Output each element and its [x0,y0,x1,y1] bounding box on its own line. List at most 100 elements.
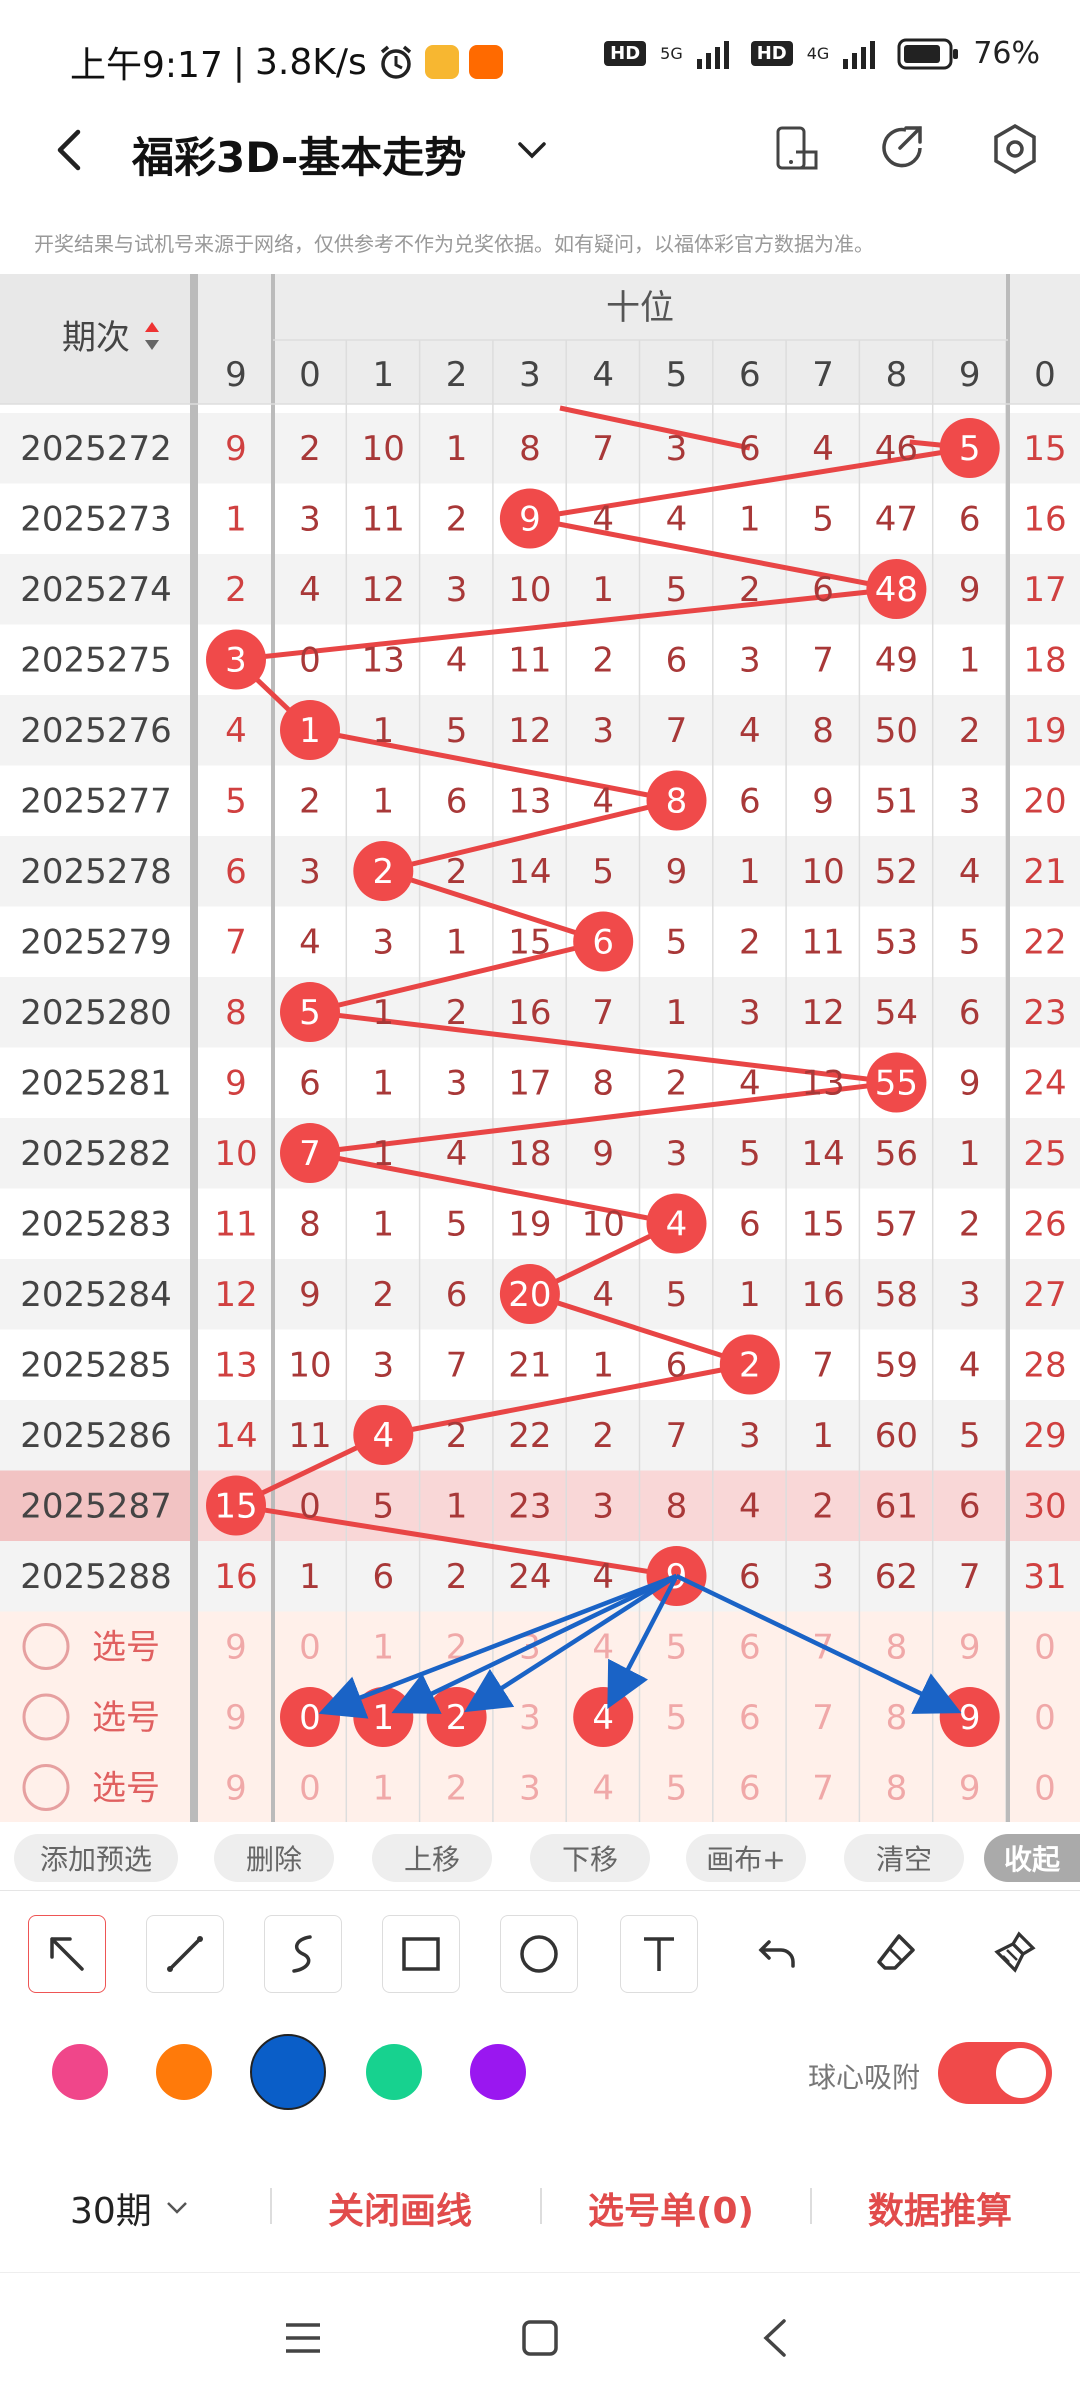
pick-cell[interactable]: 3 [519,1769,541,1809]
grid-cell: 6 [446,782,468,822]
back-arrow-icon[interactable] [40,120,100,180]
period-cell: 2025288 [20,1557,171,1597]
grid-cell: 4 [446,1134,468,1174]
text-tool-icon[interactable] [620,1915,698,1993]
pick-cell[interactable]: 9 [225,1769,247,1809]
grid-cell: 21 [1023,852,1066,892]
pick-cell[interactable]: 5 [666,1628,688,1668]
color-swatch[interactable] [470,2044,526,2100]
delete-button[interactable]: 删除 [214,1834,334,1882]
pick-cell[interactable]: 4 [592,1628,614,1668]
grid-cell: 1 [446,1487,468,1527]
grid-cell: 31 [1023,1557,1066,1597]
arrow-tool-icon[interactable] [28,1915,106,1993]
grid-cell: 5 [446,1205,468,1245]
pick-cell[interactable]: 6 [739,1628,761,1668]
line-tool-icon[interactable] [146,1915,224,1993]
rectangle-tool-icon[interactable] [382,1915,460,1993]
grid-cell: 10 [288,1346,331,1386]
column-header: 0 [299,355,321,395]
menu-icon[interactable] [278,2313,328,2363]
pick-cell[interactable]: 7 [812,1698,834,1738]
clear-all-brush-icon[interactable] [976,1915,1052,1991]
clear-button[interactable]: 清空 [844,1834,964,1882]
eraser-icon[interactable] [858,1915,934,1991]
curve-tool-icon[interactable] [264,1915,342,1993]
pick-cell[interactable]: 9 [959,1698,981,1738]
color-swatch[interactable] [156,2044,212,2100]
grid-cell: 5 [959,1416,981,1456]
share-icon[interactable] [876,122,930,176]
pick-cell[interactable]: 8 [886,1769,908,1809]
grid-cell: 9 [959,570,981,610]
grid-cell: 3 [812,1557,834,1597]
move-down-button[interactable]: 下移 [530,1834,650,1882]
pick-cell[interactable]: 7 [812,1769,834,1809]
pick-cell[interactable]: 1 [372,1628,394,1668]
pick-cell[interactable]: 0 [1034,1628,1056,1668]
pick-cell[interactable]: 0 [299,1769,321,1809]
pick-cell[interactable]: 6 [739,1698,761,1738]
period-selector[interactable]: 30期 [70,2182,192,2234]
grid-cell: 11 [508,641,551,681]
pick-cell[interactable]: 1 [372,1698,394,1738]
orientation-icon[interactable] [770,122,824,176]
back-icon[interactable] [752,2313,802,2363]
pick-cell[interactable]: 0 [299,1628,321,1668]
canvas-plus-button[interactable]: 画布+ [686,1834,806,1882]
pick-cell[interactable]: 6 [739,1769,761,1809]
period-cell: 2025284 [20,1275,171,1315]
close-lines-button[interactable]: 关闭画线 [328,2182,472,2234]
add-preselect-button[interactable]: 添加预选 [14,1834,178,1882]
pick-cell[interactable]: 9 [225,1698,247,1738]
alarm-icon [380,45,411,79]
pick-cell[interactable]: 0 [1034,1769,1056,1809]
pick-cell[interactable]: 8 [886,1698,908,1738]
period-header: 期次 [62,318,130,358]
pick-cell[interactable]: 0 [299,1698,321,1738]
undo-icon[interactable] [740,1915,816,1991]
grid-cell: 28 [1023,1346,1066,1386]
pick-cell[interactable]: 5 [666,1698,688,1738]
pick-cell[interactable]: 1 [372,1769,394,1809]
trend-grid-svg[interactable]: 期次十位9 0 1 2 3 4 5 6 7 8 9 02025272 9 2 10 1 8 7 3 6 4 46 5 1520… [0,274,1080,1822]
grid-cell: 51 [875,782,918,822]
page-title[interactable]: 福彩3D-基本走势 [132,124,466,185]
color-swatch[interactable] [250,2034,326,2110]
pick-cell[interactable]: 5 [666,1769,688,1809]
hit-number: 6 [592,923,614,963]
pick-cell[interactable]: 9 [225,1628,247,1668]
color-swatch[interactable] [366,2044,422,2100]
trend-grid[interactable]: 期次 十位 9 0 1 2 3 4 5 6 7 8 9 0 2025272 9 2 10 1 8 7 3 6 4 46 5 15 20… [0,274,1080,1822]
pick-cell[interactable]: 9 [959,1769,981,1809]
pick-cell[interactable]: 8 [886,1628,908,1668]
pick-cell[interactable]: 2 [446,1698,468,1738]
grid-cell: 1 [372,1064,394,1104]
grid-cell: 47 [875,500,918,540]
collapse-button[interactable]: 收起 [984,1834,1080,1882]
settings-icon[interactable] [988,122,1042,176]
grid-cell: 8 [225,993,247,1033]
move-up-button[interactable]: 上移 [372,1834,492,1882]
grid-cell: 6 [959,500,981,540]
grid-cell: 4 [592,500,614,540]
grid-cell: 6 [959,1487,981,1527]
chevron-down-icon[interactable] [512,130,552,170]
color-swatch[interactable] [52,2044,108,2100]
bottom-bar: 30期 关闭画线 选号单(0) 数据推算 [0,2132,1080,2272]
snap-to-center-toggle[interactable] [938,2042,1052,2104]
pick-cell[interactable]: 3 [519,1698,541,1738]
grid-cell: 8 [812,711,834,751]
pick-cell[interactable]: 9 [959,1628,981,1668]
data-calc-button[interactable]: 数据推算 [868,2182,1012,2234]
hit-number: 15 [214,1487,257,1527]
pick-cell[interactable]: 0 [1034,1698,1056,1738]
circle-tool-icon[interactable] [500,1915,578,1993]
pick-cell[interactable]: 4 [592,1769,614,1809]
grid-cell: 16 [1023,500,1066,540]
grid-cell: 5 [739,1134,761,1174]
pick-cell[interactable]: 2 [446,1769,468,1809]
pick-list-button[interactable]: 选号单(0) [588,2182,754,2234]
pick-cell[interactable]: 4 [592,1698,614,1738]
home-icon[interactable] [515,2313,565,2363]
